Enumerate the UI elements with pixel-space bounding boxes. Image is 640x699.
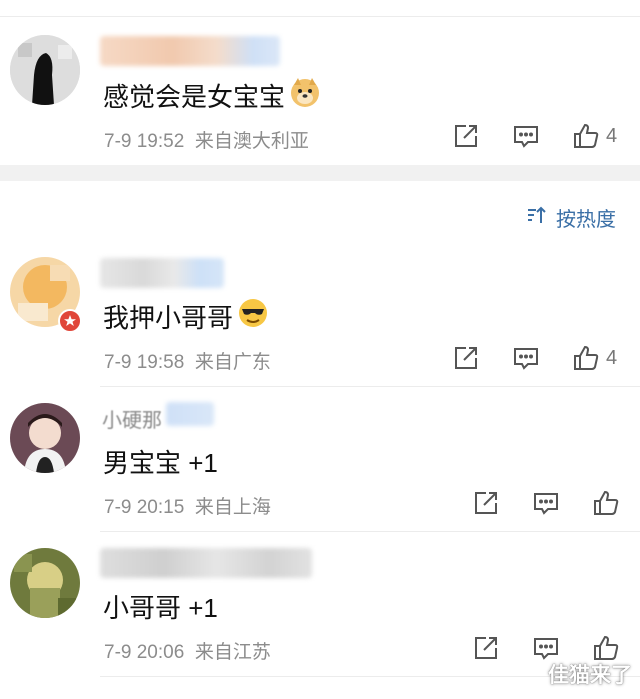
comment-meta: 7-9 19:58 来自广东 <box>104 347 271 374</box>
comment-text: 我押小哥哥 <box>103 297 269 336</box>
thumbs-up-icon[interactable] <box>592 489 620 517</box>
comment-time: 7-9 19:58 <box>104 352 185 373</box>
section-separator <box>0 165 640 181</box>
comment-text-value: 男宝宝 +1 <box>103 448 218 478</box>
sort-icon <box>526 205 548 231</box>
comment-actions <box>472 489 620 517</box>
doge-emoji <box>289 76 321 115</box>
avatar[interactable] <box>10 35 80 105</box>
username[interactable] <box>100 258 224 288</box>
comment-actions <box>472 634 620 662</box>
sort-label: 按热度 <box>556 209 616 231</box>
comment-time: 7-9 20:06 <box>104 642 185 663</box>
username[interactable] <box>100 548 312 578</box>
comment-meta: 7-9 20:15 来自上海 <box>104 492 271 519</box>
share-icon[interactable] <box>472 489 500 517</box>
comment-location: 来自上海 <box>194 497 271 518</box>
comment-icon[interactable] <box>532 634 560 662</box>
comment-meta: 7-9 20:06 来自江苏 <box>104 637 271 664</box>
avatar[interactable] <box>10 548 80 618</box>
like-count: 4 <box>606 346 618 369</box>
comment-text-value: 小哥哥 +1 <box>103 593 218 623</box>
like-button[interactable]: 4 <box>572 344 617 372</box>
comment-location: 来自广东 <box>194 352 271 373</box>
comment-text: 男宝宝 +1 <box>103 443 218 480</box>
top-divider <box>0 16 640 17</box>
comment-meta: 7-9 19:52 来自澳大利亚 <box>104 126 309 153</box>
comment-text: 感觉会是女宝宝 <box>103 76 321 115</box>
comment-text-value: 感觉会是女宝宝 <box>103 82 286 112</box>
comment-icon[interactable] <box>512 344 540 372</box>
thumbs-up-icon <box>572 122 600 150</box>
comment-location: 来自澳大利亚 <box>194 131 309 152</box>
verified-badge-icon <box>58 309 82 333</box>
comment-time: 7-9 19:52 <box>104 131 185 152</box>
sunglasses-emoji <box>237 297 269 336</box>
username-blur <box>166 402 214 426</box>
comment-icon[interactable] <box>532 489 560 517</box>
row-divider <box>100 386 640 387</box>
share-icon[interactable] <box>472 634 500 662</box>
row-divider <box>100 531 640 532</box>
comment-time: 7-9 20:15 <box>104 497 185 518</box>
username[interactable] <box>100 36 280 66</box>
comment-location: 来自江苏 <box>194 642 271 663</box>
like-button[interactable]: 4 <box>572 122 617 150</box>
comment-icon[interactable] <box>512 122 540 150</box>
comment-text: 小哥哥 +1 <box>103 588 218 625</box>
share-icon[interactable] <box>452 122 480 150</box>
username[interactable]: 小硬那 <box>102 404 162 433</box>
share-icon[interactable] <box>452 344 480 372</box>
watermark-text: 佳猫来了 <box>548 664 632 687</box>
thumbs-up-icon[interactable] <box>592 634 620 662</box>
avatar[interactable] <box>10 403 80 473</box>
comment-text-value: 我押小哥哥 <box>103 303 234 333</box>
comment-actions: 4 <box>452 122 617 150</box>
sort-by-hot-button[interactable]: 按热度 <box>526 203 616 232</box>
like-count: 4 <box>606 124 618 147</box>
thumbs-up-icon <box>572 344 600 372</box>
comment-actions: 4 <box>452 344 617 372</box>
